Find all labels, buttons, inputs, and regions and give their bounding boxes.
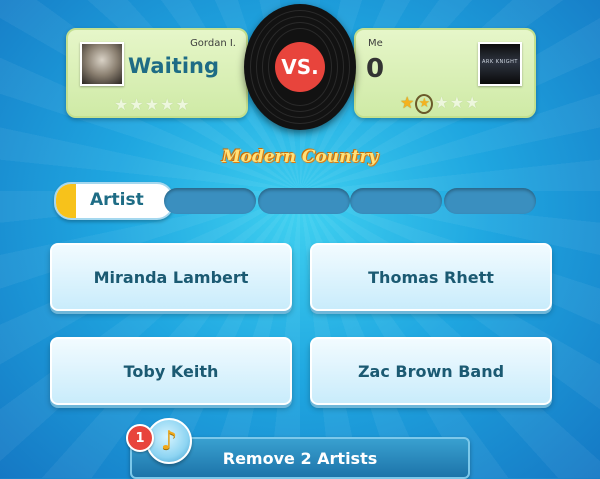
- star-icon: ★: [465, 93, 480, 112]
- vinyl-record: VS.: [244, 4, 356, 130]
- opponent-avatar: [80, 42, 124, 86]
- my-score: 0: [366, 54, 385, 84]
- star-current-icon: ★: [415, 94, 434, 114]
- opponent-status: Waiting: [128, 54, 220, 78]
- my-stars: ★ ★ ★ ★ ★: [400, 94, 479, 114]
- progress-segment: [258, 188, 350, 214]
- answer-button[interactable]: Zac Brown Band: [310, 337, 552, 405]
- star-icon: ★: [160, 95, 175, 114]
- answer-button[interactable]: Miranda Lambert: [50, 243, 292, 311]
- star-icon: ★: [129, 95, 144, 114]
- star-icon: ★: [434, 93, 449, 112]
- my-panel: Me 0 ARK KNIGHT ★ ★ ★ ★ ★: [354, 28, 536, 118]
- star-icon: ★: [114, 95, 129, 114]
- answer-button[interactable]: Thomas Rhett: [310, 243, 552, 311]
- star-icon: ★: [449, 93, 465, 112]
- vs-label: VS.: [275, 42, 325, 92]
- category-title: Modern Country: [221, 147, 379, 167]
- answer-button[interactable]: Toby Keith: [50, 337, 292, 405]
- opponent-name: Gordan I.: [190, 38, 236, 49]
- progress-indicator: [56, 184, 76, 218]
- question-type-pill: Artist: [54, 182, 174, 220]
- avatar-caption: ARK KNIGHT: [482, 59, 518, 65]
- my-avatar: ARK KNIGHT: [478, 42, 522, 86]
- my-name: Me: [368, 38, 383, 49]
- star-icon: ★: [144, 95, 160, 114]
- star-icon: ★: [175, 95, 190, 114]
- opponent-panel: Gordan I. Waiting ★ ★ ★ ★ ★: [66, 28, 248, 118]
- progress-segment: [164, 188, 256, 214]
- powerup-count-badge: 1: [126, 424, 154, 452]
- question-type-label: Artist: [90, 190, 144, 210]
- progress-segment: [350, 188, 442, 214]
- star-filled-icon: ★: [400, 93, 415, 112]
- opponent-stars: ★ ★ ★ ★ ★: [114, 96, 190, 114]
- progress-segment: [444, 188, 536, 214]
